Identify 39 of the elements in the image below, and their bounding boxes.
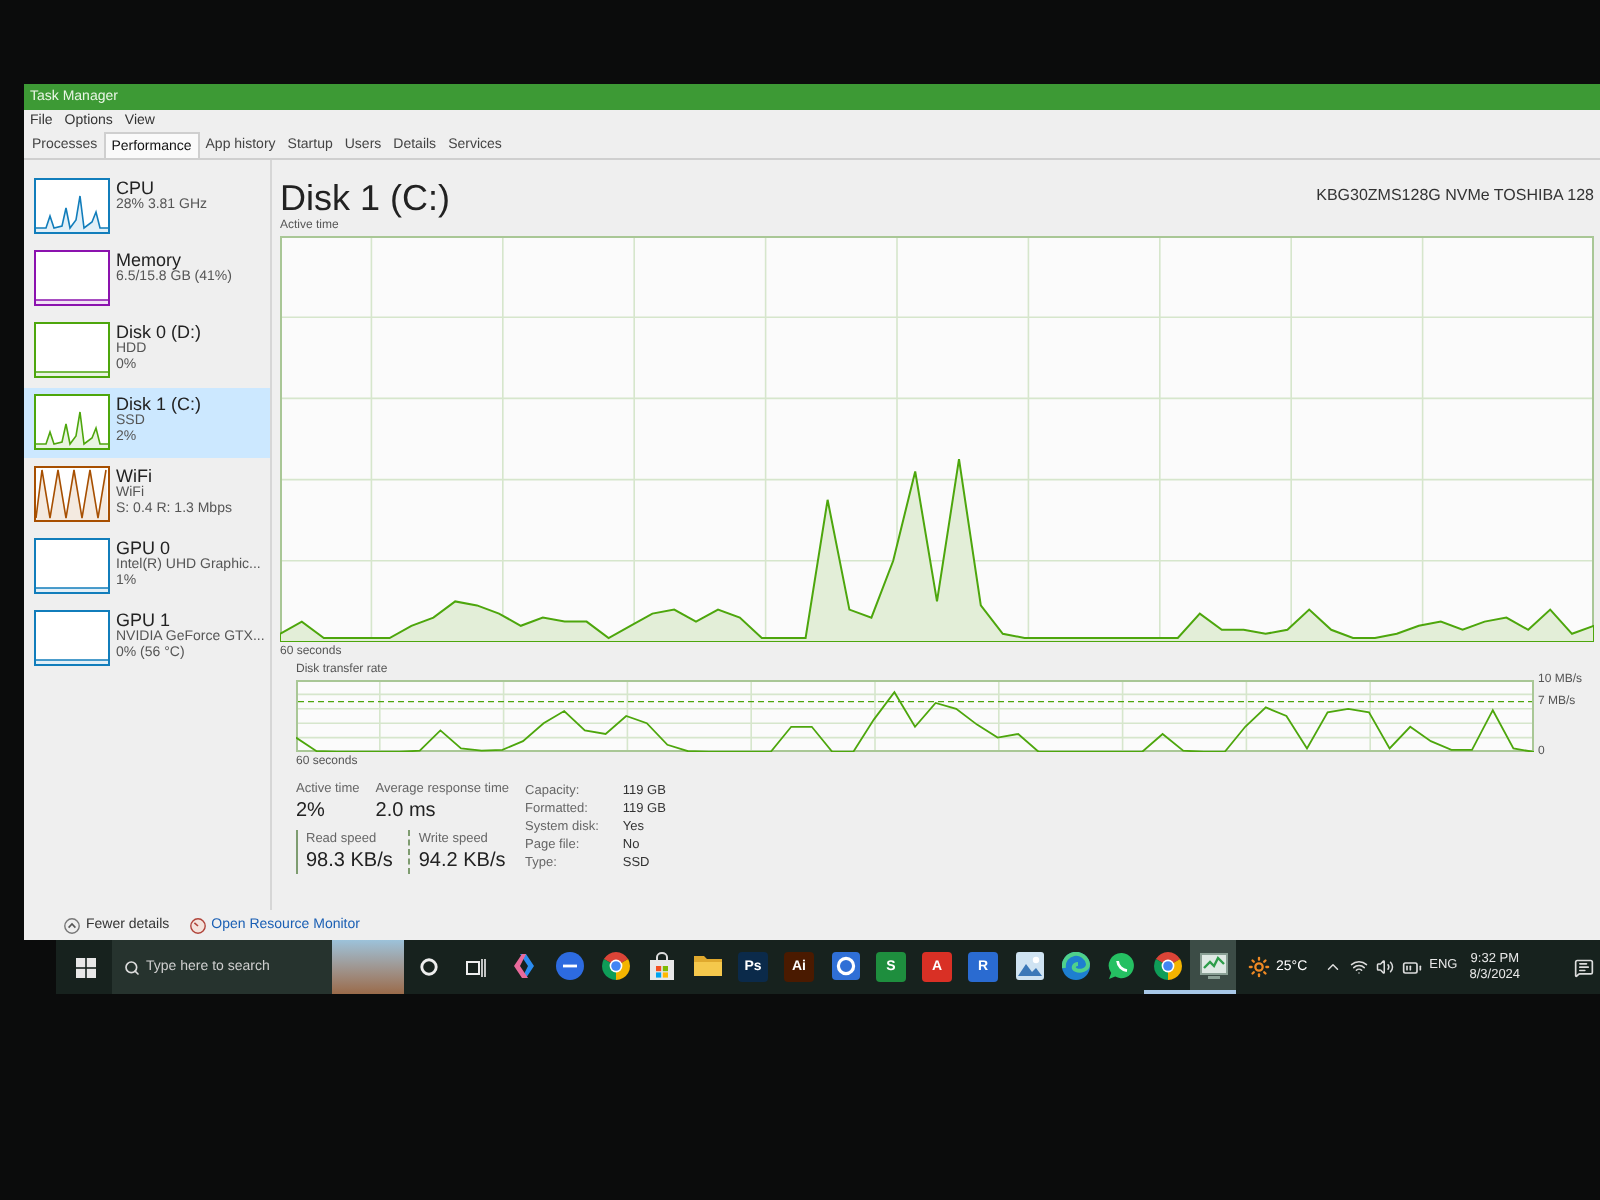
taskbar-app-button[interactable]: [1190, 940, 1236, 994]
device-name: Disk 1 (C:): [116, 394, 201, 414]
ring-icon: [419, 958, 437, 976]
device-name: Memory: [116, 250, 184, 270]
wifi-icon[interactable]: [1349, 958, 1368, 976]
tricolor-ring-icon: [601, 951, 629, 979]
two-tone-diamond-icon: [509, 951, 537, 979]
speaker-icon[interactable]: [1375, 958, 1394, 976]
chevron-up-icon[interactable]: [1323, 958, 1342, 976]
image-tile-icon: [1015, 951, 1043, 979]
folder-icon: [693, 951, 721, 979]
stat-value: 2%: [296, 798, 327, 824]
disk-model: KBG30ZMS128G NVMe TOSHIBA 128: [1316, 188, 1594, 204]
line-series: [296, 691, 1534, 752]
search-highlight-picture: [332, 940, 404, 994]
four-panes-icon: [76, 957, 96, 977]
device-name: CPU: [116, 178, 157, 198]
device-name: GPU 1: [116, 610, 173, 630]
task-view-icon: [466, 957, 486, 977]
monitor-chart-icon: [1199, 951, 1227, 979]
stat-value: 2.0 ms: [375, 798, 438, 824]
search-icon: [124, 959, 140, 975]
gauge-icon: [189, 917, 206, 933]
device-name: Disk 0 (D:): [116, 322, 201, 342]
stat-value: 98.3 KB/s: [306, 848, 393, 874]
chevron-up-circle-icon: [64, 917, 80, 933]
shopping-bag-icon: [647, 951, 675, 979]
circle-tile-icon: [831, 951, 859, 979]
device-name: WiFi: [116, 466, 154, 486]
device-name: GPU 0: [116, 538, 173, 558]
sun-icon: [1248, 956, 1270, 978]
tricolor-ring-icon: [1153, 951, 1181, 979]
chat-bubble-icon: [1107, 951, 1135, 979]
stat-value: 94.2 KB/s: [418, 848, 506, 874]
minus-circle-icon: [555, 951, 583, 979]
battery-icon[interactable]: [1401, 957, 1422, 977]
wave-circle-icon: [1061, 951, 1089, 979]
message-icon[interactable]: [1574, 957, 1594, 977]
disk-title: Disk 1 (C:): [280, 180, 450, 216]
